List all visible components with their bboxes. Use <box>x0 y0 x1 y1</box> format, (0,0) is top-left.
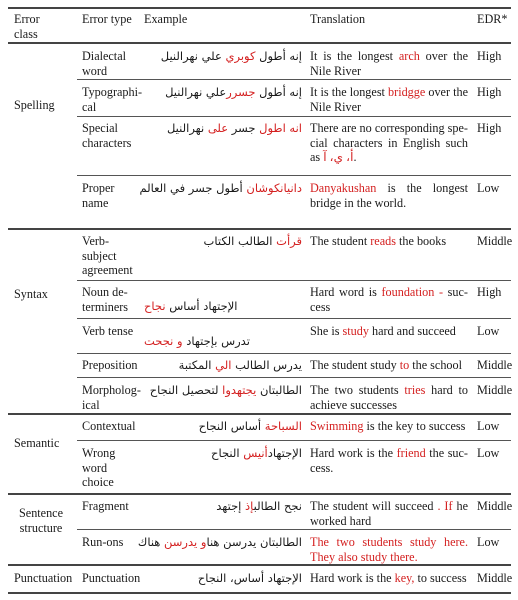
translation-noun-determiners: Hard word is foundation - suc-cess <box>310 285 468 314</box>
edr-verb-subject-agreement: Middle <box>477 234 513 248</box>
example-preposition: يدرس الطالب الي المكتبة <box>178 358 302 372</box>
edr-special-characters: High <box>477 121 502 135</box>
translation-fragment: The student will succeed . If he worked … <box>310 499 468 528</box>
row-rule <box>77 377 511 378</box>
translation-punctuation: Hard work is the key, to success <box>310 571 467 585</box>
example-run-ons: الطالبتان يدرسن هناو يدرسن هناك <box>137 535 302 549</box>
example-proper-name: دانيانكوشان أطول جسر في العالم <box>139 181 302 195</box>
error-type-dialectal-word: Dialectal word <box>82 49 126 78</box>
error-type-proper-name: Proper name <box>82 181 115 210</box>
example-typographical: إنه أطول جسررعلي نهرالنيل <box>165 85 302 99</box>
translation-morphological: The two students tries hard to achieve s… <box>310 383 468 412</box>
class-syntax: Syntax <box>14 287 48 301</box>
bottom-rule <box>8 592 511 594</box>
row-rule <box>77 79 511 80</box>
edr-noun-determiners: High <box>477 285 502 299</box>
group-rule <box>8 493 511 495</box>
header-rule <box>8 42 511 44</box>
top-rule <box>8 7 511 9</box>
error-type-fragment: Fragment <box>82 499 129 513</box>
edr-run-ons: Low <box>477 535 500 549</box>
row-rule <box>77 440 511 441</box>
class-spelling: Spelling <box>14 98 55 112</box>
edr-punctuation: Middle <box>477 571 513 585</box>
error-type-special-characters: Special characters <box>82 121 132 150</box>
error-type-wrong-word-choice: Wrong word choice <box>82 446 116 489</box>
example-fragment: نجح الطالبإذ إجتهد <box>216 499 302 513</box>
example-contextual: السباحة أساس النجاح <box>198 419 302 433</box>
error-type-contextual: Contextual <box>82 419 136 433</box>
class-punctuation: Punctuation <box>14 571 73 585</box>
row-rule <box>77 280 511 281</box>
row-rule <box>77 529 511 530</box>
example-verb-tense: تدرس بإجتهاد و نجحت <box>144 334 250 348</box>
error-type-noun-determiners: Noun de-terminers <box>82 285 129 314</box>
row-rule <box>77 353 511 354</box>
translation-wrong-word-choice: Hard work is the friend the suc-cess. <box>310 446 468 475</box>
translation-run-ons: The two students study here. They also s… <box>310 535 468 564</box>
edr-typographical: High <box>477 85 502 99</box>
error-type-run-ons: Run-ons <box>82 535 124 549</box>
error-type-verb-tense: Verb tense <box>82 324 134 338</box>
translation-dialectal-word: It is the longest arch over the Nile Riv… <box>310 49 469 78</box>
example-morphological: الطالبتان يجتهدوا لتحصيل النجاح <box>149 383 302 397</box>
translation-verb-subject-agreement: The student reads the books <box>310 234 447 248</box>
edr-preposition: Middle <box>477 358 513 372</box>
error-type-punctuation: Punctuation <box>82 571 141 585</box>
edr-proper-name: Low <box>477 181 500 195</box>
row-rule <box>77 175 511 176</box>
translation-proper-name: Danyakushan is the longest bridge in the… <box>310 181 468 210</box>
class-semantic: Semantic <box>14 436 60 450</box>
group-rule <box>8 228 511 230</box>
header-edr: EDR* <box>477 12 508 26</box>
example-noun-determiners: الإجتهاد أساس نجاح <box>144 299 238 313</box>
edr-dialectal-word: High <box>477 49 502 63</box>
error-type-morphological: Morpholog-ical <box>82 383 141 412</box>
edr-morphological: Middle <box>477 383 513 397</box>
header-translation: Translation <box>310 12 366 26</box>
example-punctuation: الإجتهاد أساس، النجاح <box>197 571 302 585</box>
edr-wrong-word-choice: Low <box>477 446 500 460</box>
edr-verb-tense: Low <box>477 324 500 338</box>
row-rule <box>77 116 511 117</box>
edr-fragment: Middle <box>477 499 513 513</box>
group-rule <box>8 413 511 415</box>
example-special-characters: انه اطول جسر على نهرالنيل <box>166 121 302 135</box>
error-type-preposition: Preposition <box>82 358 138 372</box>
group-rule <box>8 564 511 566</box>
header-error-class: Error class <box>14 12 40 41</box>
translation-contextual: Swimming is the key to success <box>310 419 466 433</box>
example-dialectal-word: إنه أطول كوبري علي نهرالنيل <box>160 49 302 63</box>
translation-special-characters: There are no corresponding spe-cial char… <box>310 121 468 164</box>
translation-preposition: The student study to the school <box>310 358 463 372</box>
error-type-verb-subject-agreement: Verb-subject agreement <box>82 234 133 277</box>
header-error-type: Error type <box>82 12 132 26</box>
row-rule <box>77 318 511 319</box>
header-example: Example <box>144 12 188 26</box>
class-sentence-structure: Sentence structure <box>19 506 63 535</box>
example-verb-subject-agreement: قرأت الطالب الكتاب <box>203 234 302 248</box>
translation-verb-tense: She is study hard and succeed <box>310 324 456 338</box>
translation-typographical: It is the longest bridgge over the Nile … <box>310 85 469 114</box>
error-type-typographical: Typographi-cal <box>82 85 143 114</box>
example-wrong-word-choice: الإجتهادأنيس النجاح <box>211 446 302 460</box>
edr-contextual: Low <box>477 419 500 433</box>
